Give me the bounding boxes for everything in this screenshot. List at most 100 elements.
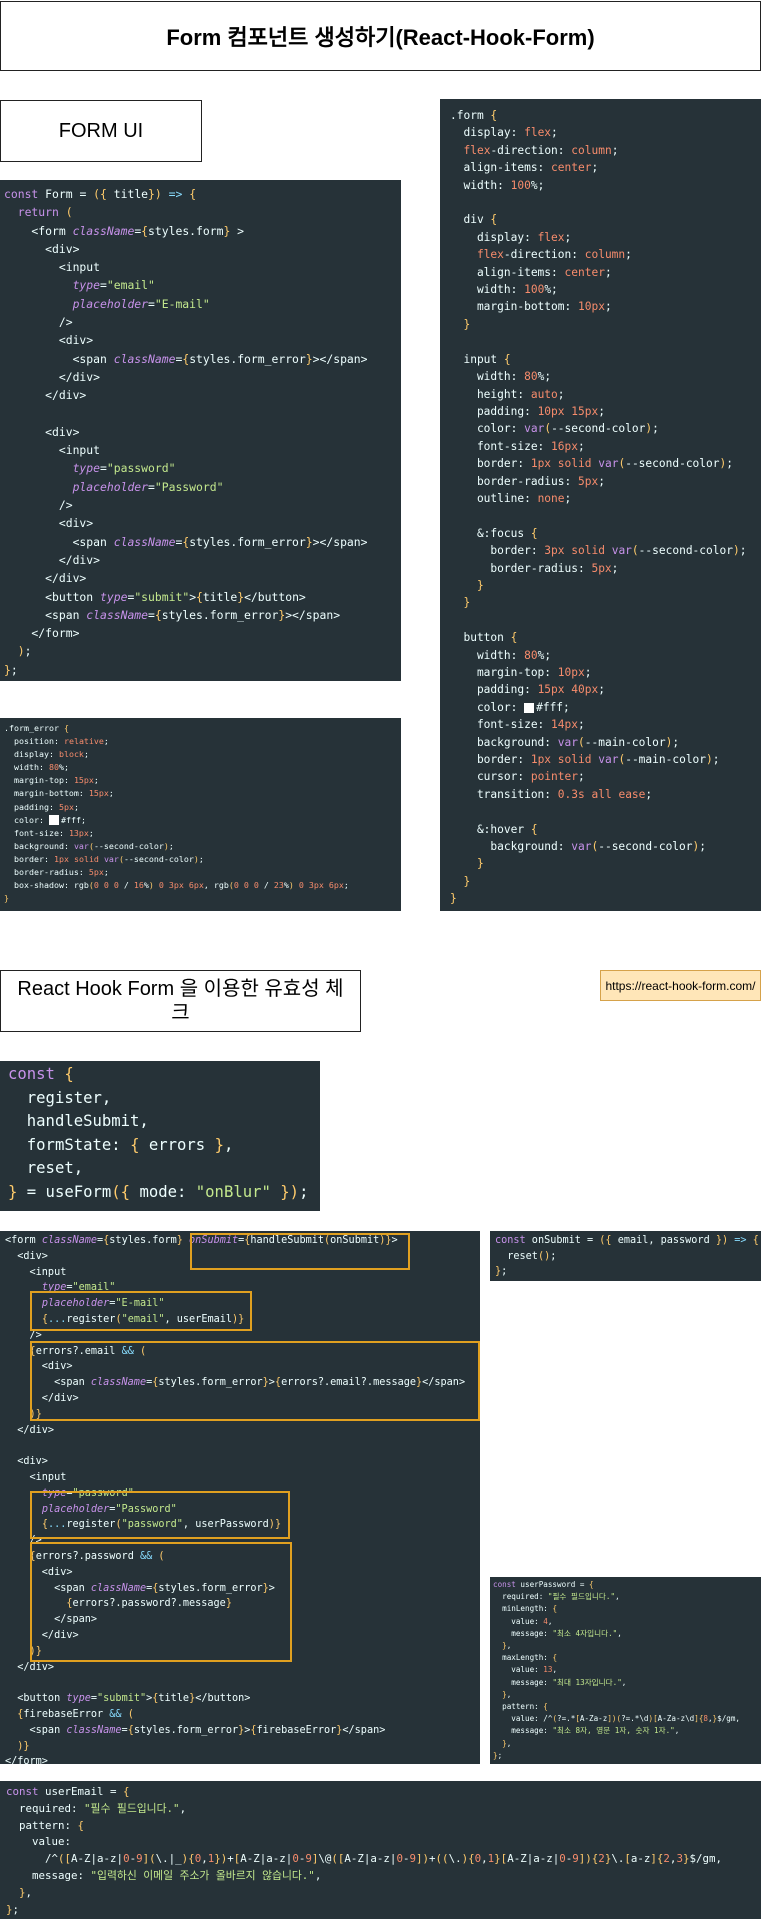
code-line: register, xyxy=(8,1088,112,1107)
code-line: placeholder="Password" xyxy=(72,479,224,494)
code-line: button { xyxy=(450,631,518,645)
code-line: </div> xyxy=(5,1629,79,1641)
code-line: color: #fff; xyxy=(4,814,86,826)
code-line: outline: none; xyxy=(450,491,572,505)
code-line: </div> xyxy=(5,1424,55,1436)
code-line: handleSubmit, xyxy=(8,1112,149,1131)
code-line: /^([A-Z|a-z|0-9](\.|_){0,1})+[A-Z|a-z|0-… xyxy=(6,1852,722,1866)
code-line: reset, xyxy=(8,1159,84,1178)
code-line: } = useForm({ mode: "onBlur" }); xyxy=(8,1182,309,1201)
code-line: ​ xyxy=(5,1438,475,1454)
code-line: </div> xyxy=(5,1661,55,1673)
code-line: message: "최소 4자입니다.", xyxy=(493,1628,622,1638)
code-line: margin-top: 10px; xyxy=(450,666,592,679)
code-line: ); xyxy=(17,644,32,659)
code-line: minLength: { xyxy=(493,1604,558,1614)
code-line: }, xyxy=(502,1689,512,1699)
code-line: } xyxy=(463,874,471,888)
code-line: ​ xyxy=(450,333,751,350)
code-block-form-css: .form { display: flex; flex-direction: c… xyxy=(440,99,761,911)
code-line: <input xyxy=(4,443,101,458)
code-block-user-password: const userPassword = { required: "필수 필드입… xyxy=(490,1577,761,1764)
code-line: )} xyxy=(29,1408,42,1420)
code-line: const userEmail = { xyxy=(6,1785,130,1798)
code-line: flex-direction: column; xyxy=(476,248,632,262)
code-block-user-email: const userEmail = { required: "필수 필드입니다.… xyxy=(0,1781,761,1919)
code-line: <form className={styles.form} > xyxy=(4,223,245,238)
code-line: type="email" xyxy=(72,278,155,293)
code-line: </div> xyxy=(5,1392,79,1404)
code-line: const Form = ({ title}) => { xyxy=(4,187,197,201)
code-line: width: 80%; xyxy=(4,762,69,773)
code-line: font-size: 16px; xyxy=(450,439,585,453)
code-line: background: var(--second-color); xyxy=(4,840,174,851)
code-line: </form> xyxy=(4,626,80,641)
code-line: reset(); xyxy=(495,1250,557,1262)
code-line: font-size: 13px; xyxy=(4,827,94,838)
code-line: width: 100%; xyxy=(450,178,545,192)
code-line: ​ xyxy=(450,194,751,211)
code-line: /> xyxy=(5,1535,42,1547)
code-line: <div> xyxy=(5,1456,48,1468)
code-line: ​ xyxy=(4,405,397,423)
code-line: height: auto; xyxy=(450,387,565,401)
code-line: </div> xyxy=(4,552,101,567)
code-line: <span className={styles.form_error}>{err… xyxy=(5,1377,466,1389)
code-line: align-items: center; xyxy=(450,161,599,175)
code-line: <button type="submit">{title}</button> xyxy=(4,589,306,604)
code-line: cursor: pointer; xyxy=(450,770,585,784)
code-line: padding: 15px 40px; xyxy=(450,683,605,697)
code-line: padding: 5px; xyxy=(4,801,79,812)
code-line: ​ xyxy=(450,507,751,524)
code-line: }; xyxy=(495,1266,508,1277)
code-line: width: 80%; xyxy=(450,370,552,384)
code-line: } xyxy=(463,317,471,331)
code-line: border: 1px solid var(--main-color); xyxy=(450,753,720,767)
code-line: /> xyxy=(4,498,73,513)
code-line: margin-top: 15px; xyxy=(4,775,99,786)
code-line: align-items: center; xyxy=(450,265,612,279)
page-title: Form 컴포넌트 생성하기(React-Hook-Form) xyxy=(0,1,761,71)
code-line: <span className={styles.form_error}></sp… xyxy=(4,351,368,366)
code-line: type="password" xyxy=(72,461,176,476)
code-line: placeholder="Password" xyxy=(41,1503,177,1515)
code-line: } xyxy=(476,578,484,592)
code-line: <span className={styles.form_error}></sp… xyxy=(4,607,341,622)
code-line: const userPassword = { xyxy=(493,1580,594,1589)
code-block-form-jsx: const Form = ({ title}) => { return ( <f… xyxy=(0,180,401,681)
code-line: <span className={styles.form_error}></sp… xyxy=(4,534,368,549)
code-line: ​ xyxy=(5,1675,475,1691)
code-line: }, xyxy=(502,1641,512,1651)
code-line: font-size: 14px; xyxy=(450,718,585,732)
code-line: </div> xyxy=(4,571,87,586)
code-line: }, xyxy=(502,1738,512,1748)
code-line: {errors?.email && ( xyxy=(29,1345,147,1357)
code-line: <form className={styles.form} onSubmit={… xyxy=(5,1235,398,1246)
code-line: <div> xyxy=(5,1566,73,1578)
section-label-react-hook-form: React Hook Form 을 이용한 유효성 체크 xyxy=(0,970,361,1032)
code-line: background: var(--second-color); xyxy=(450,840,707,854)
code-line: {errors?.password?.message} xyxy=(66,1598,232,1610)
code-line: display: flex; xyxy=(450,230,572,244)
code-line: display: flex; xyxy=(450,126,558,140)
code-line: /> xyxy=(5,1329,42,1341)
code-line: </div> xyxy=(4,388,87,403)
code-line: pattern: { xyxy=(6,1818,85,1832)
code-line: display: block; xyxy=(4,749,89,760)
code-line: required: "필수 필드입니다.", xyxy=(6,1801,187,1815)
code-line: maxLength: { xyxy=(493,1653,558,1663)
code-line: <span className={styles.form_error}>{fir… xyxy=(5,1724,386,1736)
code-line: <input xyxy=(5,1471,67,1483)
code-line: </div> xyxy=(4,369,101,384)
code-block-on-submit: const onSubmit = ({ email, password }) =… xyxy=(490,1231,761,1281)
code-line: )} xyxy=(17,1740,30,1752)
code-line: return ( xyxy=(17,205,73,220)
code-line: const { xyxy=(8,1065,74,1083)
code-line: type="email" xyxy=(41,1282,116,1294)
code-line: }; xyxy=(4,662,18,677)
code-block-rhf-jsx: <form className={styles.form} onSubmit={… xyxy=(0,1231,480,1764)
code-line: message: "입력하신 이메일 주소가 올바르지 않습니다.", xyxy=(6,1868,322,1882)
code-line: } xyxy=(4,893,9,904)
code-block-use-form: const { register, handleSubmit, formStat… xyxy=(0,1061,320,1211)
react-hook-form-link[interactable]: https://react-hook-form.com/ xyxy=(600,970,761,1001)
